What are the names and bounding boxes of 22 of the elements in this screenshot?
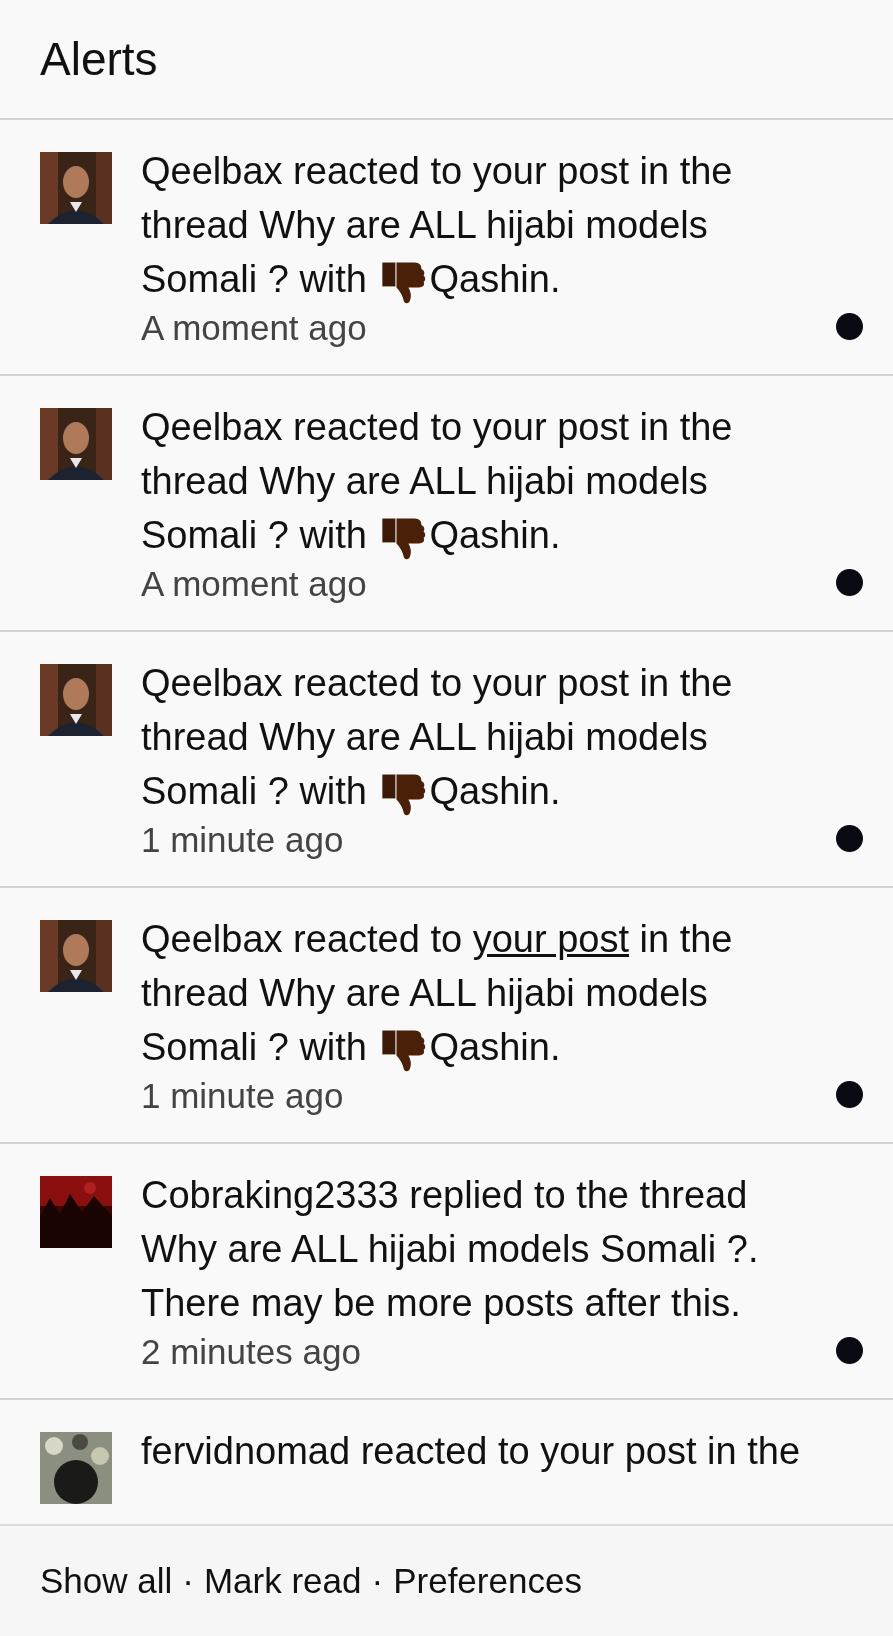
alert-message[interactable]: Qeelbax reacted to your post in the thread Why are ALL hijabi models Somali ? with Qashin. <box>141 400 806 562</box>
alert-message[interactable]: Qeelbax reacted to your post in the thread Why are ALL hijabi models Somali ? with Qashin. <box>141 656 806 818</box>
alert-time: A moment ago <box>141 564 368 604</box>
reaction-name: Qashin. <box>429 770 561 812</box>
alert-message[interactable]: fervidnomad reacted to your post in the <box>141 1424 806 1478</box>
separator: · <box>182 1559 194 1602</box>
alert-message[interactable]: Qeelbax reacted to your post in the thread Why are ALL hijabi models Somali ? with Qashin. <box>141 912 806 1074</box>
alert-time: A moment ago <box>141 308 368 348</box>
alert-time: 1 minute ago <box>141 820 345 860</box>
reaction-name: Qashin. <box>429 514 561 556</box>
alert-time: 2 minutes ago <box>141 1332 362 1372</box>
reaction-name: Qashin. <box>429 258 561 300</box>
post-link[interactable]: your post <box>472 918 629 960</box>
alert-time: 1 minute ago <box>141 1076 345 1116</box>
footer-link[interactable]: Show all <box>40 1554 173 1608</box>
footer-link[interactable]: Preferences <box>393 1554 582 1608</box>
panel-title: Alerts <box>40 31 158 87</box>
separator: · <box>371 1559 384 1602</box>
footer-link[interactable]: Mark read <box>203 1554 362 1608</box>
reaction-name: Qashin. <box>429 1026 561 1068</box>
alert-message[interactable]: Cobraking2333 replied to the thread Why are ALL hijabi models Somali ?. There may be more posts after this. <box>141 1168 806 1330</box>
alert-message[interactable]: Qeelbax reacted to your post in the thread Why are ALL hijabi models Somali ? with Qashin. <box>141 144 806 306</box>
